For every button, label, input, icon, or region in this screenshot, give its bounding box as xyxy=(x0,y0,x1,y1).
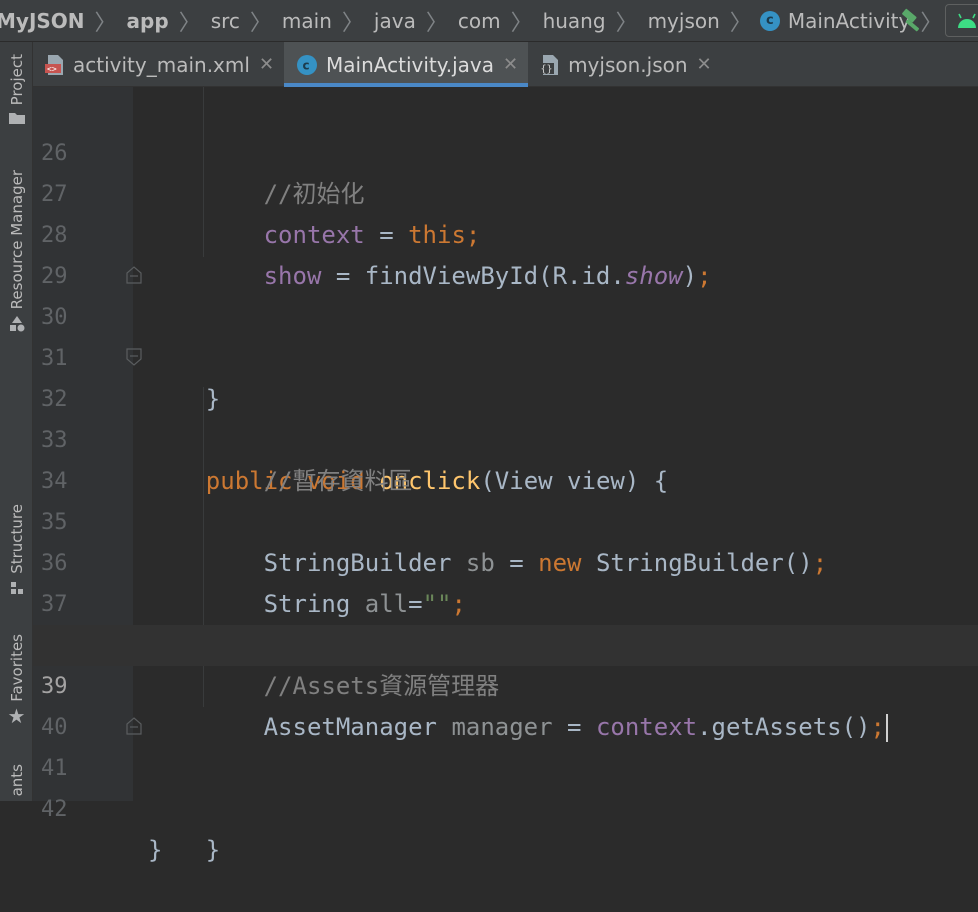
folder-icon xyxy=(8,113,25,125)
breadcrumb-separator: 〉 xyxy=(510,10,533,36)
code-line: 41 } xyxy=(33,707,978,864)
breadcrumb-package-huang[interactable]: huang xyxy=(541,9,608,33)
structure-icon xyxy=(10,581,23,594)
navigation-bar: MyJSON 〉 app 〉 src 〉 main 〉 java 〉 com 〉… xyxy=(0,0,978,42)
code-line: 38 //Assets資源管理器 xyxy=(33,584,978,700)
code-line: 36 String all=""; xyxy=(33,502,978,618)
code-line: 42 } xyxy=(33,748,978,864)
svg-text:c: c xyxy=(303,58,310,72)
left-tool-window-strip: Project Resource Manager Structure Favor… xyxy=(0,42,33,801)
breadcrumb-separator: 〉 xyxy=(425,10,448,36)
star-icon: ★ xyxy=(7,703,26,728)
code-line: 29 xyxy=(33,215,978,289)
code-line: 26 //初始化 xyxy=(33,92,978,208)
breadcrumb-separator: 〉 xyxy=(729,10,752,36)
code-editor[interactable]: 26 //初始化 27 context = this; 28 show = fi… xyxy=(33,87,978,864)
code-line: 32 public void onclick(View view) { xyxy=(33,338,978,495)
tool-window-ants[interactable]: ants xyxy=(0,764,33,796)
code-line: 30 } xyxy=(33,256,978,413)
close-icon[interactable]: ✕ xyxy=(259,54,274,75)
close-icon[interactable]: ✕ xyxy=(503,54,518,75)
breadcrumb-separator: 〉 xyxy=(178,10,201,36)
fold-end-icon[interactable] xyxy=(126,717,142,735)
editor-tab-bar: <> activity_main.xml ✕ c MainActivity.ja… xyxy=(33,42,978,87)
breadcrumb-module[interactable]: app xyxy=(125,9,171,33)
svg-text:{}: {} xyxy=(541,64,553,75)
breadcrumb-folder-main[interactable]: main xyxy=(280,9,334,33)
code-line: 31 xyxy=(33,297,978,371)
android-icon xyxy=(958,13,976,28)
breadcrumb-project[interactable]: MyJSON xyxy=(0,9,87,33)
fold-end-icon[interactable] xyxy=(126,266,142,284)
breadcrumb-separator: 〉 xyxy=(341,10,364,36)
breadcrumb-separator: 〉 xyxy=(94,10,117,36)
run-configuration-button[interactable] xyxy=(945,4,978,37)
code-line: 27 context = this; xyxy=(33,133,978,249)
json-file-icon: {} xyxy=(540,54,560,76)
hammer-icon[interactable] xyxy=(899,8,925,34)
line-number: 42 xyxy=(41,797,68,822)
tab-activity-main-xml[interactable]: <> activity_main.xml ✕ xyxy=(33,42,284,87)
code-line: 37 xyxy=(33,543,978,617)
tool-window-structure[interactable]: Structure xyxy=(0,504,33,596)
svg-text:<>: <> xyxy=(47,64,57,73)
breadcrumb-separator: 〉 xyxy=(249,10,272,36)
tool-window-favorites[interactable]: Favorites ★ xyxy=(0,634,33,728)
breadcrumb-folder-java[interactable]: java xyxy=(372,9,418,33)
code-line: 40 xyxy=(33,666,978,740)
java-class-icon: c xyxy=(296,54,318,76)
tool-window-resource-manager[interactable]: Resource Manager xyxy=(0,170,33,333)
fold-start-icon[interactable] xyxy=(126,348,142,366)
code-line: 35 StringBuilder sb = new StringBuilder(… xyxy=(33,461,978,577)
breadcrumb-separator: 〉 xyxy=(615,10,638,36)
code-text: } xyxy=(148,836,163,864)
current-code-line: 39 AssetManager manager = context.getAss… xyxy=(33,625,978,742)
tab-mainactivity-java[interactable]: c MainActivity.java ✕ xyxy=(284,42,529,87)
xml-layout-icon: <> xyxy=(45,54,65,76)
close-icon[interactable]: ✕ xyxy=(697,54,712,75)
code-line: 34 xyxy=(33,420,978,494)
java-class-icon: c xyxy=(759,10,780,31)
code-line: 28 show = findViewById(R.id.show); xyxy=(33,174,978,290)
breadcrumb-folder-src[interactable]: src xyxy=(209,9,242,33)
breadcrumb-package-myjson[interactable]: myjson xyxy=(646,9,722,33)
breadcrumb-package-com[interactable]: com xyxy=(456,9,503,33)
code-line: 33 //暫存資料區 xyxy=(33,379,978,495)
breadcrumb-class[interactable]: c MainActivity xyxy=(759,9,913,33)
resource-manager-icon xyxy=(9,316,24,332)
tool-window-project[interactable]: Project xyxy=(0,54,33,125)
tab-myjson-json[interactable]: {} myjson.json ✕ xyxy=(528,42,722,87)
